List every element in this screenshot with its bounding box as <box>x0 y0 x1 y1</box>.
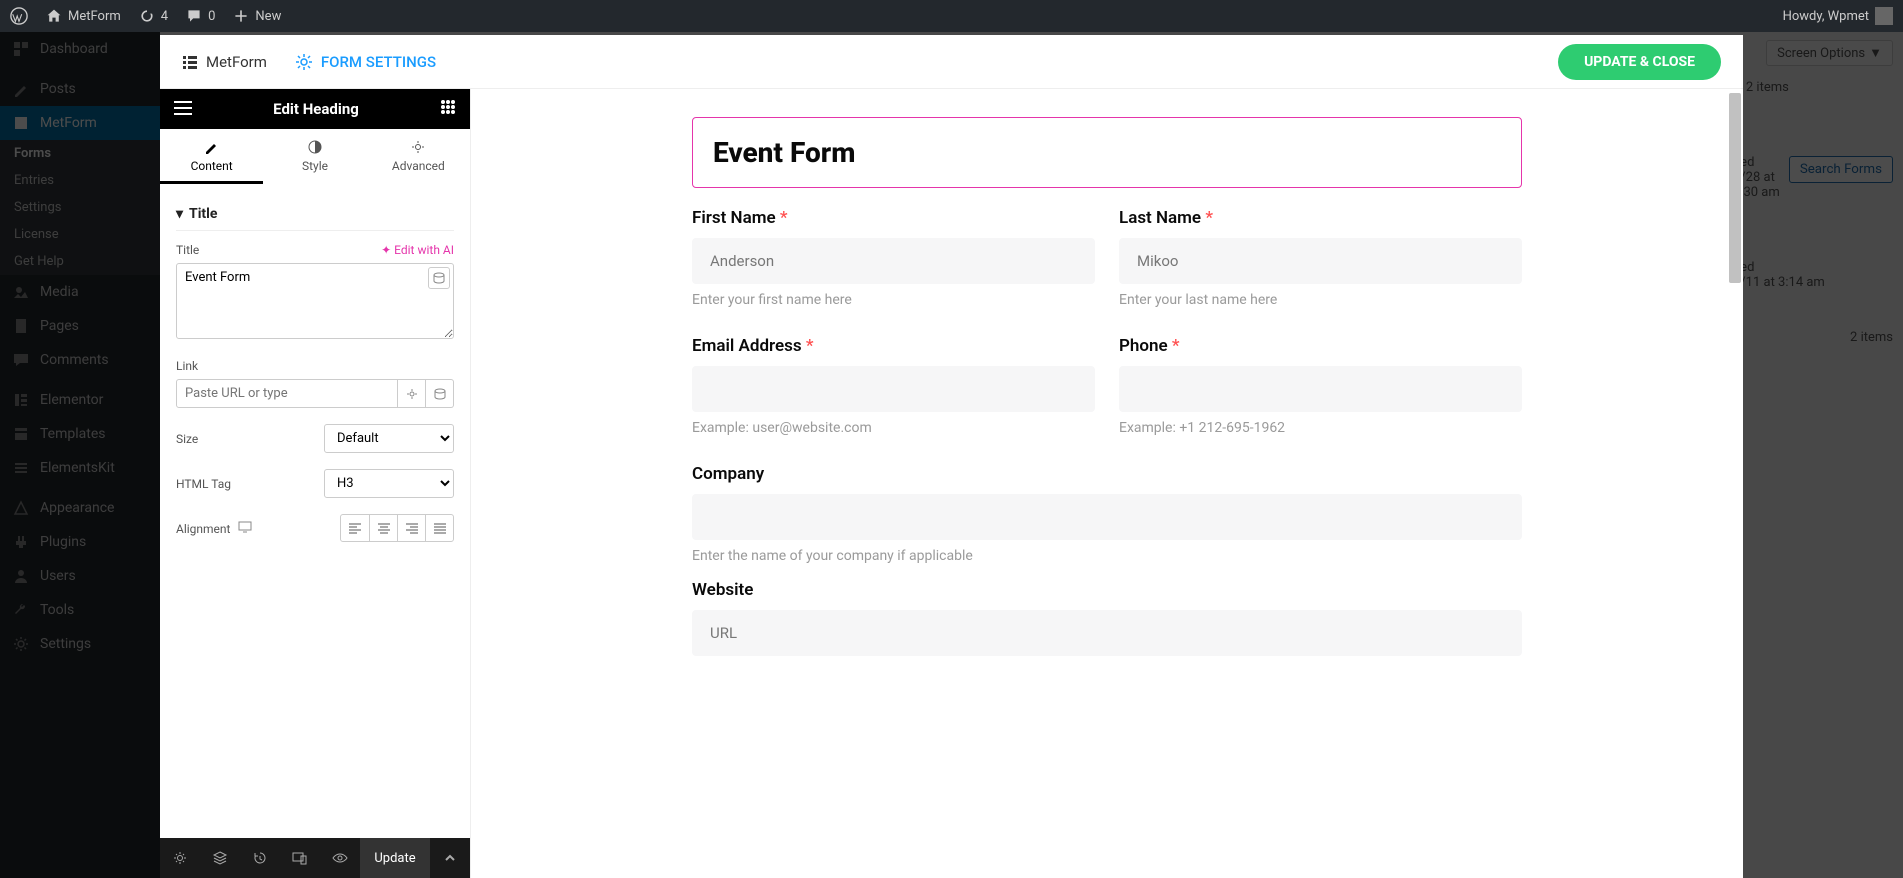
section-title-toggle[interactable]: ▾ Title <box>176 198 454 231</box>
wp-logo-icon[interactable] <box>10 7 28 25</box>
gear-icon <box>410 139 426 155</box>
company-label: Company <box>692 464 1522 484</box>
align-right-icon <box>405 522 419 534</box>
gear-icon <box>295 53 313 71</box>
comments-link[interactable]: 0 <box>186 8 215 24</box>
email-input[interactable] <box>692 366 1095 412</box>
align-right-button[interactable] <box>397 515 425 541</box>
last-name-label: Last Name * <box>1119 208 1522 228</box>
heading-widget-selected[interactable]: Event Form <box>692 117 1522 188</box>
widgets-icon[interactable] <box>440 99 456 119</box>
size-label: Size <box>176 432 198 446</box>
footer-responsive-button[interactable] <box>280 838 320 878</box>
website-label: Website <box>692 580 1522 600</box>
panel-title: Edit Heading <box>273 100 359 118</box>
footer-more-button[interactable] <box>430 838 470 878</box>
elementor-panel: Edit Heading Content Style Advanced ▾ Ti… <box>160 89 471 878</box>
first-name-label: First Name * <box>692 208 1095 228</box>
first-name-input[interactable] <box>692 238 1095 284</box>
contrast-icon <box>307 139 323 155</box>
dynamic-tags-button[interactable] <box>426 379 454 408</box>
history-icon <box>252 850 268 866</box>
footer-history-button[interactable] <box>240 838 280 878</box>
gear-icon <box>406 388 418 400</box>
phone-help: Example: +1 212-695-1962 <box>1119 420 1522 436</box>
pencil-icon <box>204 139 220 155</box>
footer-update-button[interactable]: Update <box>360 838 430 878</box>
website-input[interactable] <box>692 610 1522 656</box>
form-heading: Event Form <box>713 136 1501 169</box>
modal-header: MetForm FORM SETTINGS UPDATE & CLOSE <box>160 35 1743 89</box>
link-label: Link <box>176 359 454 373</box>
avatar <box>1875 7 1893 25</box>
html-tag-select[interactable]: H3 <box>324 469 454 498</box>
layers-icon <box>212 850 228 866</box>
form-preview: Event Form First Name * Enter your first… <box>471 89 1743 878</box>
align-left-icon <box>348 522 362 534</box>
howdy-link[interactable]: Howdy, Wpmet <box>1783 7 1893 25</box>
site-name-link[interactable]: MetForm <box>46 8 121 24</box>
align-center-button[interactable] <box>369 515 397 541</box>
database-icon <box>434 388 446 400</box>
footer-navigator-button[interactable] <box>200 838 240 878</box>
chevron-up-icon <box>444 852 456 864</box>
last-name-help: Enter your last name here <box>1119 292 1522 308</box>
scrollbar[interactable] <box>1729 93 1741 283</box>
alignment-label: Alignment <box>176 521 252 536</box>
update-close-button[interactable]: UPDATE & CLOSE <box>1558 44 1721 80</box>
dynamic-tags-button[interactable] <box>428 267 450 289</box>
first-name-help: Enter your first name here <box>692 292 1095 308</box>
last-name-input[interactable] <box>1119 238 1522 284</box>
new-link[interactable]: New <box>233 8 281 24</box>
company-input[interactable] <box>692 494 1522 540</box>
title-textarea[interactable]: Event Form <box>176 263 454 339</box>
menu-icon[interactable] <box>174 100 192 119</box>
tab-content[interactable]: Content <box>160 129 263 184</box>
metform-modal: MetForm FORM SETTINGS UPDATE & CLOSE Edi… <box>160 35 1743 878</box>
size-select[interactable]: Default <box>324 424 454 453</box>
edit-with-ai-link[interactable]: ✦ Edit with AI <box>381 243 454 257</box>
list-icon <box>182 54 198 70</box>
gear-icon <box>172 850 188 866</box>
wp-admin-bar: MetForm 4 0 New Howdy, Wpmet <box>0 0 1903 32</box>
phone-input[interactable] <box>1119 366 1522 412</box>
devices-icon <box>292 850 308 866</box>
link-input[interactable] <box>176 379 398 408</box>
email-label: Email Address * <box>692 336 1095 356</box>
form-settings-link[interactable]: FORM SETTINGS <box>295 53 436 71</box>
updates-link[interactable]: 4 <box>139 8 168 24</box>
tab-style[interactable]: Style <box>263 129 366 184</box>
desktop-icon[interactable] <box>238 521 252 533</box>
phone-label: Phone * <box>1119 336 1522 356</box>
metform-brand[interactable]: MetForm <box>182 53 267 71</box>
align-left-button[interactable] <box>341 515 369 541</box>
email-help: Example: user@website.com <box>692 420 1095 436</box>
company-help: Enter the name of your company if applic… <box>692 548 1522 564</box>
tab-advanced[interactable]: Advanced <box>367 129 470 184</box>
eye-icon <box>332 850 348 866</box>
align-justify-icon <box>433 522 447 534</box>
html-tag-label: HTML Tag <box>176 477 231 491</box>
link-options-button[interactable] <box>398 379 426 408</box>
align-center-icon <box>377 522 391 534</box>
footer-settings-button[interactable] <box>160 838 200 878</box>
align-justify-button[interactable] <box>425 515 453 541</box>
title-label: Title <box>176 243 199 257</box>
elementor-footer: Update <box>160 838 470 878</box>
footer-preview-button[interactable] <box>320 838 360 878</box>
database-icon <box>433 272 445 284</box>
